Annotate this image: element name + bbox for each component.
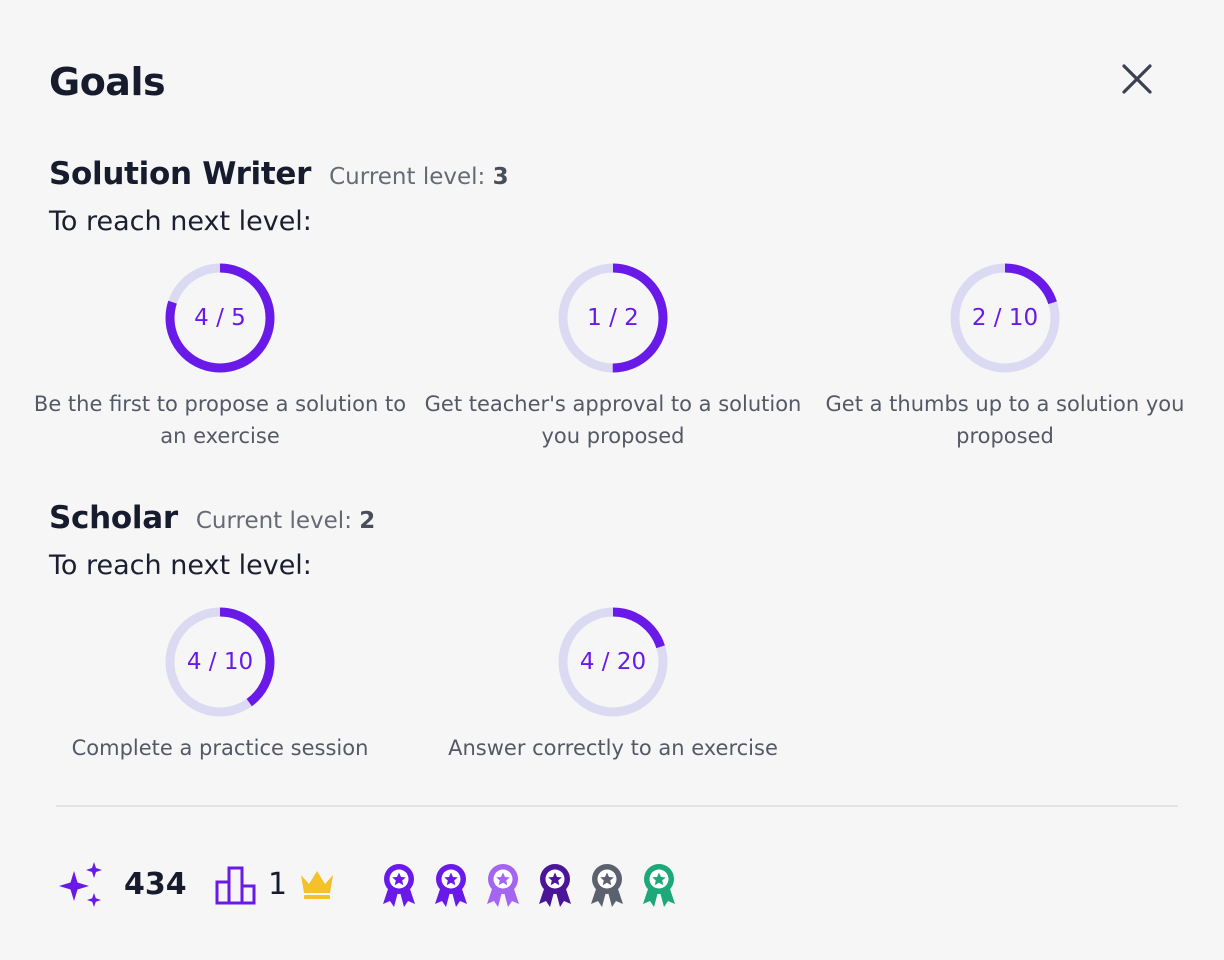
- modal-title: Goals: [49, 60, 166, 104]
- stats-footer: 434 1: [56, 858, 1176, 910]
- progress-text: 4 / 10: [186, 649, 254, 675]
- ribbon-badge-icon: [643, 864, 675, 907]
- goal-description: Get a thumbs up to a solution you propos…: [825, 392, 1185, 448]
- achievement-badge[interactable]: [431, 862, 471, 908]
- close-button[interactable]: [1116, 58, 1158, 100]
- achievement-badge[interactable]: [483, 862, 523, 908]
- goals-modal: Goals Solution Writer Current level: 3 T…: [0, 0, 1224, 960]
- goal-item: 2 / 10 Get a thumbs up to a solution you…: [815, 262, 1195, 452]
- achievement-badge[interactable]: [535, 862, 575, 908]
- ribbon-badge-icon: [383, 864, 415, 907]
- goal-section-solution-writer: Solution Writer Current level: 3 To reac…: [49, 156, 1189, 237]
- progress-ring: 4 / 5: [164, 262, 276, 374]
- ribbon-badge-icon: [435, 864, 467, 907]
- progress-text: 2 / 10: [971, 305, 1039, 331]
- progress-ring: 4 / 10: [164, 606, 276, 718]
- ribbon-badge-icon: [591, 864, 623, 907]
- footer-divider: [56, 805, 1178, 807]
- current-level: Current level: 3: [329, 164, 509, 190]
- close-icon: [1122, 64, 1152, 94]
- progress-ring: 4 / 20: [557, 606, 669, 718]
- goal-description: Be the first to propose a solution to an…: [33, 392, 407, 448]
- goal-description: Answer correctly to an exercise: [448, 736, 778, 760]
- goal-item: 1 / 2 Get teacher's approval to a soluti…: [423, 262, 803, 452]
- current-level: Current level: 2: [195, 508, 376, 534]
- progress-ring: 2 / 10: [949, 262, 1061, 374]
- achievement-badge[interactable]: [639, 862, 679, 908]
- section-name: Scholar: [49, 500, 178, 536]
- section-subtitle: To reach next level:: [49, 206, 312, 237]
- progress-text: 1 / 2: [587, 305, 639, 331]
- section-name: Solution Writer: [49, 156, 312, 192]
- progress-text: 4 / 20: [579, 649, 647, 675]
- goal-item: 4 / 20 Answer correctly to an exercise: [423, 606, 803, 764]
- goal-description: Get teacher's approval to a solution you…: [424, 392, 802, 448]
- achievement-badge[interactable]: [379, 862, 419, 908]
- rank-stat: 1: [214, 858, 337, 910]
- ribbon-badge-icon: [539, 864, 571, 907]
- points-value: 434: [124, 866, 187, 902]
- goal-item: 4 / 10 Complete a practice session: [30, 606, 410, 764]
- goal-section-scholar: Scholar Current level: 2 To reach next l…: [49, 500, 1189, 581]
- leaderboard-icon: [215, 866, 256, 905]
- rank-value: 1: [268, 866, 288, 902]
- achievement-badge[interactable]: [587, 862, 627, 908]
- progress-ring: 1 / 2: [557, 262, 669, 374]
- progress-text: 4 / 5: [194, 305, 246, 331]
- points-stat: 434: [56, 858, 187, 910]
- goal-item: 4 / 5 Be the first to propose a solution…: [30, 262, 410, 452]
- sparkles-icon: [59, 862, 102, 907]
- ribbon-badge-icon: [487, 864, 519, 907]
- section-subtitle: To reach next level:: [49, 550, 312, 581]
- goal-description: Complete a practice session: [71, 736, 369, 760]
- crown-icon: [301, 871, 334, 899]
